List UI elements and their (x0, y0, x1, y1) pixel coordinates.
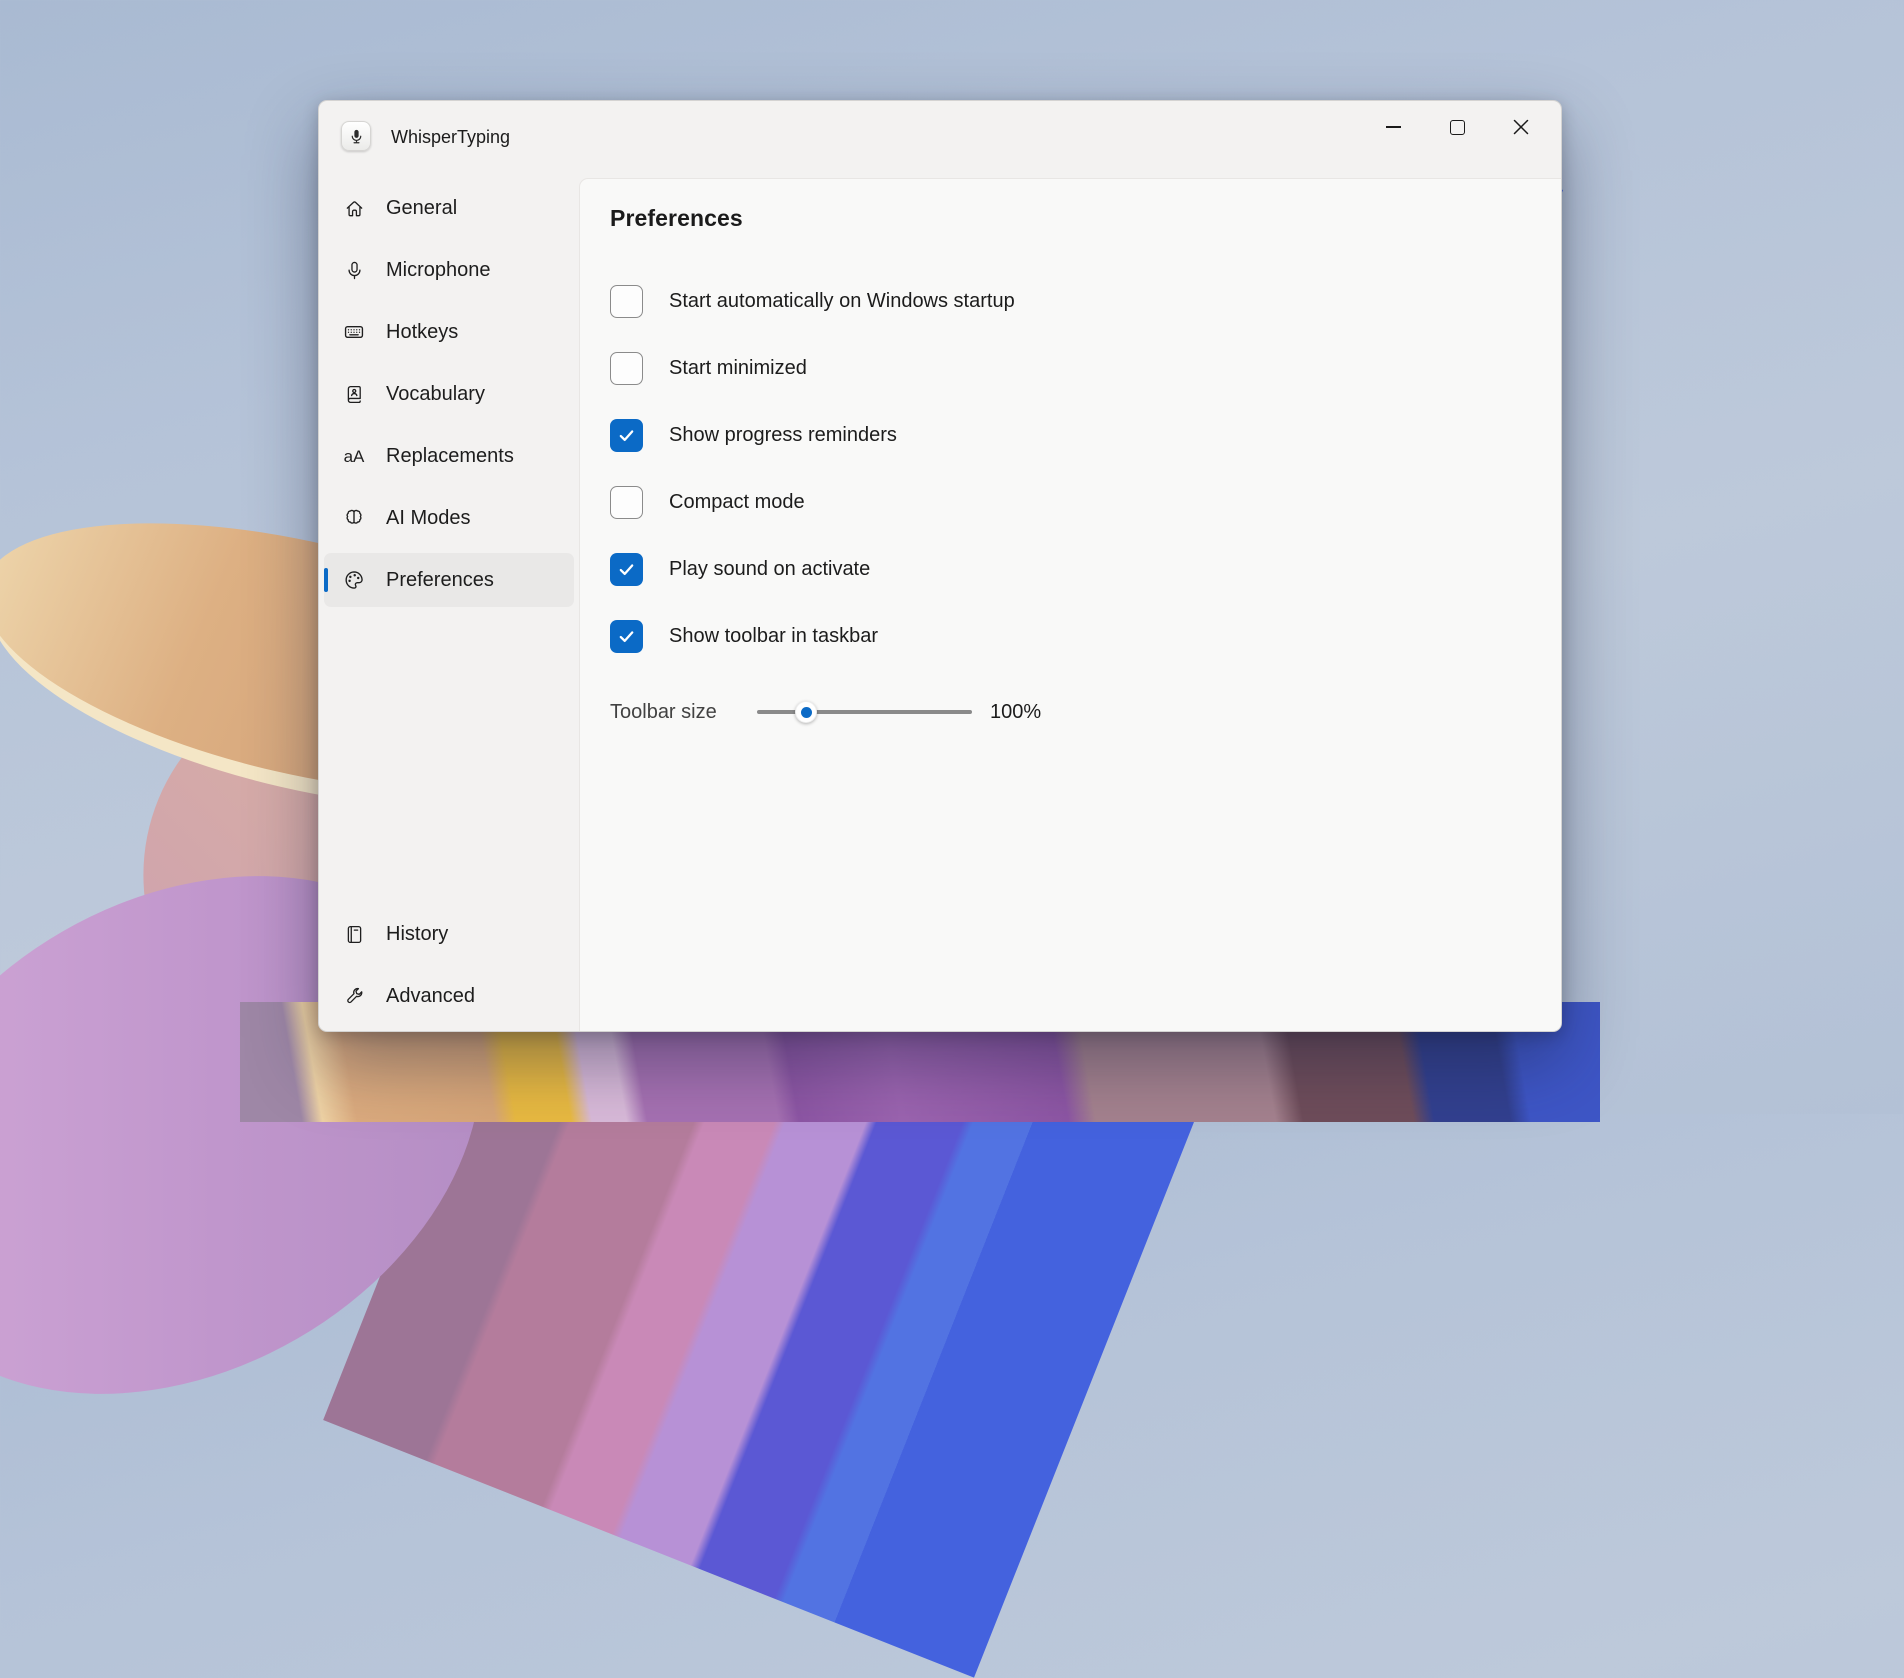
keyboard-icon (343, 321, 365, 343)
titlebar[interactable]: WhisperTyping (319, 101, 1561, 178)
maximize-icon (1449, 119, 1465, 135)
sidebar-item-label: AI Modes (386, 506, 471, 529)
minimize-icon (1385, 126, 1401, 128)
window-title: WhisperTyping (391, 127, 511, 147)
sidebar-item-general[interactable]: General (324, 181, 574, 235)
checkbox-label: Play sound on activate (669, 558, 871, 580)
palette-icon (343, 569, 365, 591)
setting-row-start-automatically-on-windows-startup: Start automatically on Windows startup (610, 285, 1561, 318)
sidebar-item-label: Microphone (386, 258, 491, 281)
replace-icon: aA (343, 446, 365, 466)
toolbar-size-label: Toolbar size (610, 700, 717, 723)
checkbox-show-toolbar-in-taskbar[interactable] (610, 620, 643, 653)
toolbar-size-slider[interactable] (757, 701, 972, 723)
desktop: { "app": { "title": "WhisperTyping" }, "… (0, 0, 1904, 1678)
page-title: Preferences (610, 205, 743, 231)
preferences-panel: Preferences Start automatically on Windo… (579, 178, 1561, 1031)
setting-row-start-minimized: Start minimized (610, 352, 1561, 385)
setting-row-play-sound-on-activate: Play sound on activate (610, 553, 1561, 586)
checkbox-label: Start minimized (669, 357, 807, 379)
setting-row-show-toolbar-in-taskbar: Show toolbar in taskbar (610, 620, 1561, 653)
window-controls (1361, 107, 1553, 147)
checkbox-label: Show toolbar in taskbar (669, 625, 879, 647)
close-icon (1513, 119, 1529, 135)
maximize-button[interactable] (1425, 107, 1489, 147)
sidebar: General Microphone Hotkeys Vocabulary aA Repl… (319, 178, 579, 1031)
setting-row-show-progress-reminders: Show progress reminders (610, 419, 1561, 452)
sidebar-item-label: Advanced (386, 984, 475, 1007)
history-icon (343, 923, 365, 945)
sidebar-nav-bottom: History Advanced (319, 907, 579, 1023)
whispertyping-window: WhisperTyping General Microphone Hotkeys Vo… (318, 100, 1562, 1032)
sidebar-item-vocabulary[interactable]: Vocabulary (324, 367, 574, 421)
checkbox-show-progress-reminders[interactable] (610, 419, 643, 452)
checkbox-compact-mode[interactable] (610, 486, 643, 519)
checkbox-label: Compact mode (669, 491, 805, 513)
sidebar-item-replacements[interactable]: aA Replacements (324, 429, 574, 483)
sidebar-item-microphone[interactable]: Microphone (324, 243, 574, 297)
app-icon (341, 121, 371, 151)
checkbox-label: Show progress reminders (669, 424, 897, 446)
minimize-button[interactable] (1361, 107, 1425, 147)
sidebar-item-hotkeys[interactable]: Hotkeys (324, 305, 574, 359)
checkbox-start-automatically-on-windows-startup[interactable] (610, 285, 643, 318)
setting-row-compact-mode: Compact mode (610, 486, 1561, 519)
microphone-icon (343, 259, 365, 281)
checkbox-list: Start automatically on Windows startup St… (610, 285, 1561, 653)
sidebar-item-label: History (386, 922, 449, 945)
checkbox-start-minimized[interactable] (610, 352, 643, 385)
toolbar-size-value: 100% (990, 700, 1042, 723)
toolbar-size-row: Toolbar size 100% (610, 697, 1561, 727)
checkbox-label: Start automatically on Windows startup (669, 290, 1015, 312)
sidebar-item-advanced[interactable]: Advanced (324, 969, 574, 1023)
slider-thumb[interactable] (795, 701, 818, 723)
sidebar-item-label: Replacements (386, 444, 514, 467)
sidebar-nav-top: General Microphone Hotkeys Vocabulary aA Repl… (319, 181, 579, 607)
sidebar-item-history[interactable]: History (324, 907, 574, 961)
sidebar-item-preferences[interactable]: Preferences (324, 553, 574, 607)
home-icon (343, 197, 365, 219)
close-button[interactable] (1489, 107, 1553, 147)
sidebar-item-label: Preferences (386, 568, 494, 591)
vocabulary-icon (343, 383, 365, 405)
microphone-app-icon (351, 129, 361, 143)
sidebar-item-label: Hotkeys (386, 320, 459, 343)
sidebar-item-label: General (386, 196, 458, 219)
sidebar-item-ai-modes[interactable]: AI Modes (324, 491, 574, 545)
sidebar-item-label: Vocabulary (386, 382, 485, 405)
wrench-icon (343, 985, 365, 1007)
brain-icon (343, 507, 365, 529)
checkbox-play-sound-on-activate[interactable] (610, 553, 643, 586)
selected-indicator (324, 568, 328, 592)
